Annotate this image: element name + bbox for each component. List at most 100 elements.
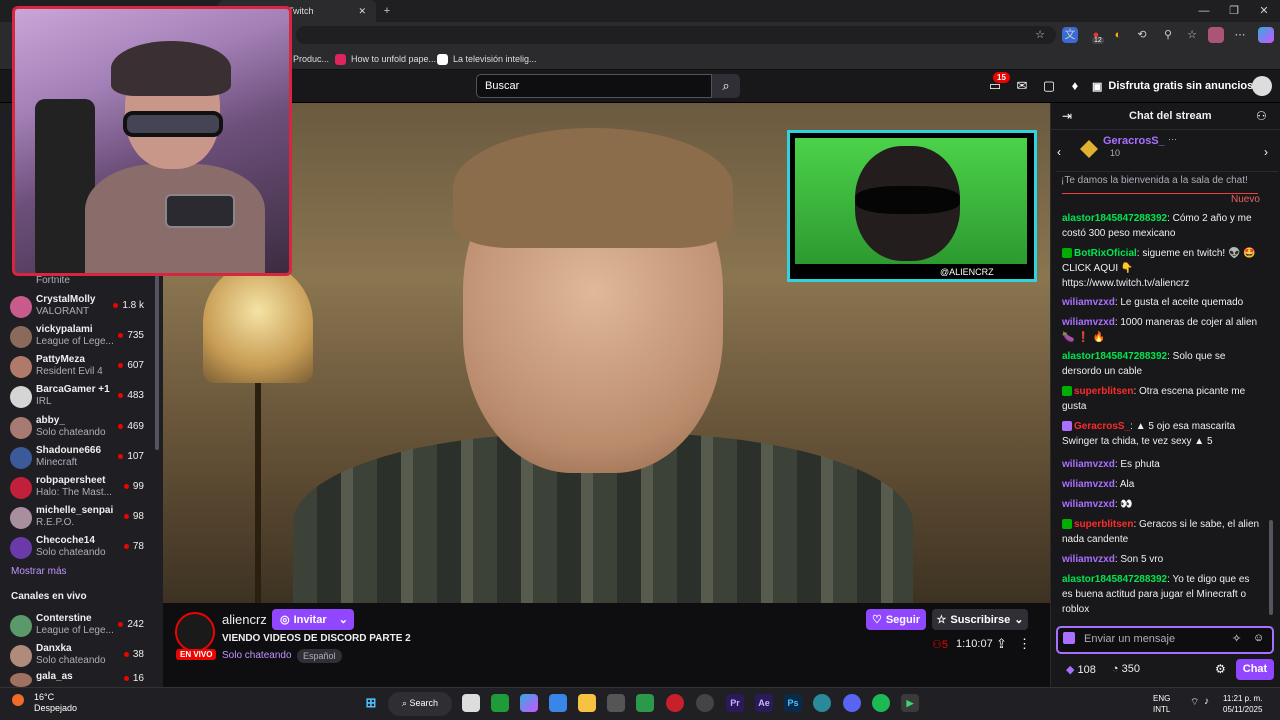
whispers-icon[interactable]: ▢ xyxy=(1040,77,1058,95)
star-icon[interactable]: ☆ xyxy=(1032,27,1048,43)
app-icon[interactable]: ▶ xyxy=(901,694,919,712)
chat-username[interactable]: superblitsen xyxy=(1074,386,1133,397)
turbo-promo-button[interactable]: ▣ Disfruta gratis sin anuncios xyxy=(1092,76,1253,96)
profile-avatar[interactable] xyxy=(1208,27,1224,43)
menu-icon[interactable]: ⋯ xyxy=(1232,27,1248,43)
chat-badge-icon[interactable] xyxy=(1063,632,1075,644)
chat-username[interactable]: alastor1845847288392 xyxy=(1062,574,1167,585)
discord-icon[interactable] xyxy=(843,694,861,712)
copilot-icon[interactable] xyxy=(1258,27,1274,43)
windows-start-icon[interactable]: ⊞ xyxy=(362,694,380,712)
chat-scrollbar[interactable] xyxy=(1269,520,1273,615)
chat-username[interactable]: alastor1845847288392 xyxy=(1062,351,1167,362)
chat-username[interactable]: wiliamvzxd xyxy=(1062,459,1115,470)
follow-button[interactable]: ♡ Seguir xyxy=(866,609,926,630)
chat-username[interactable]: wiliamvzxd xyxy=(1062,297,1115,308)
bookmark-item[interactable]: La televisión intelig... xyxy=(437,48,537,70)
sidebar-channel[interactable]: abby_ Solo chateando 469 xyxy=(0,413,150,443)
tab-close-icon[interactable]: ✕ xyxy=(358,6,366,17)
points-balance[interactable]: ◔ 350 xyxy=(1112,663,1140,676)
chat-username[interactable]: BotRixOficial xyxy=(1074,248,1137,259)
crown-icon[interactable]: ♦ xyxy=(1066,77,1084,95)
sidebar-channel[interactable]: PattyMeza Resident Evil 4 607 xyxy=(0,352,150,382)
chat-username[interactable]: GeracrosS_ xyxy=(1074,421,1130,432)
puzzle-icon[interactable]: ⟲ xyxy=(1134,27,1150,43)
bits-balance[interactable]: ◆ 108 xyxy=(1066,663,1096,676)
volume-icon[interactable]: ♪ xyxy=(1204,696,1209,707)
community-icon[interactable]: ⚇ xyxy=(1256,109,1267,123)
translate-icon[interactable]: 文 xyxy=(1062,27,1078,43)
edge-icon[interactable] xyxy=(813,694,831,712)
taskbar-search[interactable]: ⌕ Search xyxy=(388,692,452,716)
network-icon[interactable]: ⌔ xyxy=(1190,696,1199,709)
stream-category[interactable]: Solo chateando xyxy=(222,650,292,661)
steam-icon[interactable] xyxy=(696,694,714,712)
system-clock[interactable]: 11:21 p. m. 05/11/2025 xyxy=(1223,693,1262,715)
collapse-chat-icon[interactable]: ⇥ xyxy=(1062,109,1072,123)
chevron-left-icon[interactable]: ‹ xyxy=(1057,145,1061,159)
close-window-icon[interactable]: ✕ xyxy=(1256,3,1272,19)
language-indicator[interactable]: ENG INTL xyxy=(1153,693,1170,715)
xbox-icon[interactable] xyxy=(491,694,509,712)
spotify-icon[interactable] xyxy=(872,694,890,712)
minimize-icon[interactable]: — xyxy=(1196,3,1212,19)
sidebar-channel[interactable]: Conterstine League of Lege... 242 xyxy=(0,611,150,641)
chat-send-button[interactable]: Chat xyxy=(1236,659,1274,680)
mail-icon[interactable]: ✉ xyxy=(1013,77,1031,95)
sidebar-channel[interactable]: Shadoune666 Minecraft 107 xyxy=(0,443,150,473)
more-options-icon[interactable]: ⋮ xyxy=(1018,636,1031,652)
chevron-right-icon[interactable]: › xyxy=(1264,145,1268,159)
chat-username[interactable]: wiliamvzxd xyxy=(1062,479,1115,490)
store-icon[interactable] xyxy=(607,694,625,712)
share-icon[interactable]: ⇪ xyxy=(996,636,1007,652)
after-effects-icon[interactable]: Ae xyxy=(755,694,773,712)
sidebar-channel[interactable]: Checoche14 Solo chateando 78 xyxy=(0,533,150,563)
weather-widget[interactable]: 16°C Despejado xyxy=(34,692,94,714)
channel-name[interactable]: aliencrz xyxy=(222,612,267,627)
url-field[interactable] xyxy=(296,26,1056,44)
sidebar-channel[interactable]: vickypalami League of Lege... 735 xyxy=(0,322,150,352)
chat-username[interactable]: alastor1845847288392 xyxy=(1062,213,1167,224)
chat-username[interactable]: wiliamvzxd xyxy=(1062,317,1115,328)
bookmark-item[interactable]: How to unfold pape... xyxy=(335,48,436,70)
chat-input[interactable]: Enviar un mensaje xyxy=(1056,626,1274,654)
chat-message: wiliamvzxd: Son 5 vro xyxy=(1062,552,1260,567)
favorites-icon[interactable]: ☆ xyxy=(1184,27,1200,43)
hype-user[interactable]: GeracrosS_ xyxy=(1103,135,1165,147)
chat-username[interactable]: superblitsen xyxy=(1074,519,1133,530)
sidebar-channel[interactable]: robpapersheet Halo: The Mast... 99 xyxy=(0,473,150,503)
chevron-down-icon[interactable]: ⌄ xyxy=(339,613,348,626)
split-screen-icon[interactable]: ⚲ xyxy=(1160,27,1176,43)
game-icon[interactable] xyxy=(666,694,684,712)
notepad-icon[interactable] xyxy=(549,694,567,712)
file-explorer-icon[interactable] xyxy=(578,694,596,712)
search-input[interactable]: Buscar xyxy=(476,74,712,98)
bookmark-item[interactable]: Produc... xyxy=(293,48,329,70)
copilot-taskbar-icon[interactable] xyxy=(520,694,538,712)
user-avatar[interactable] xyxy=(1252,76,1272,96)
channel-avatar[interactable] xyxy=(175,612,215,652)
photoshop-icon[interactable]: Ps xyxy=(784,694,802,712)
sidebar-scrollbar[interactable] xyxy=(155,270,159,450)
chat-username[interactable]: wiliamvzxd xyxy=(1062,554,1115,565)
avatar xyxy=(10,356,32,378)
sidebar-channel[interactable]: michelle_senpai R.E.P.O. 98 xyxy=(0,503,150,533)
task-view-icon[interactable] xyxy=(462,694,480,712)
language-tag[interactable]: Español xyxy=(297,649,342,663)
chat-username[interactable]: wiliamvzxd xyxy=(1062,499,1115,510)
maximize-icon[interactable]: ❐ xyxy=(1226,3,1242,19)
subscribe-button[interactable]: ☆ Suscribirse ⌄ xyxy=(932,609,1028,630)
sidebar-channel[interactable]: Danxka Solo chateando 38 xyxy=(0,641,150,671)
palette-icon[interactable]: ◐ xyxy=(1110,27,1126,43)
sidebar-channel[interactable]: BarcaGamer +1 IRL 483 xyxy=(0,382,150,412)
show-more-link[interactable]: Mostrar más xyxy=(11,566,67,577)
invite-button[interactable]: ◎ Invitar ⌄ xyxy=(272,609,354,630)
gear-icon[interactable]: ⚙ xyxy=(1215,662,1226,676)
premiere-icon[interactable]: Pr xyxy=(726,694,744,712)
app-icon[interactable] xyxy=(636,694,654,712)
emote-icon[interactable]: ☺ xyxy=(1253,632,1264,644)
new-tab-icon[interactable]: + xyxy=(379,3,395,19)
bits-icon[interactable]: ✧ xyxy=(1232,632,1241,645)
search-icon[interactable]: ⌕ xyxy=(712,74,740,98)
sidebar-channel[interactable]: CrystalMolly VALORANT 1.8 k xyxy=(0,292,150,322)
